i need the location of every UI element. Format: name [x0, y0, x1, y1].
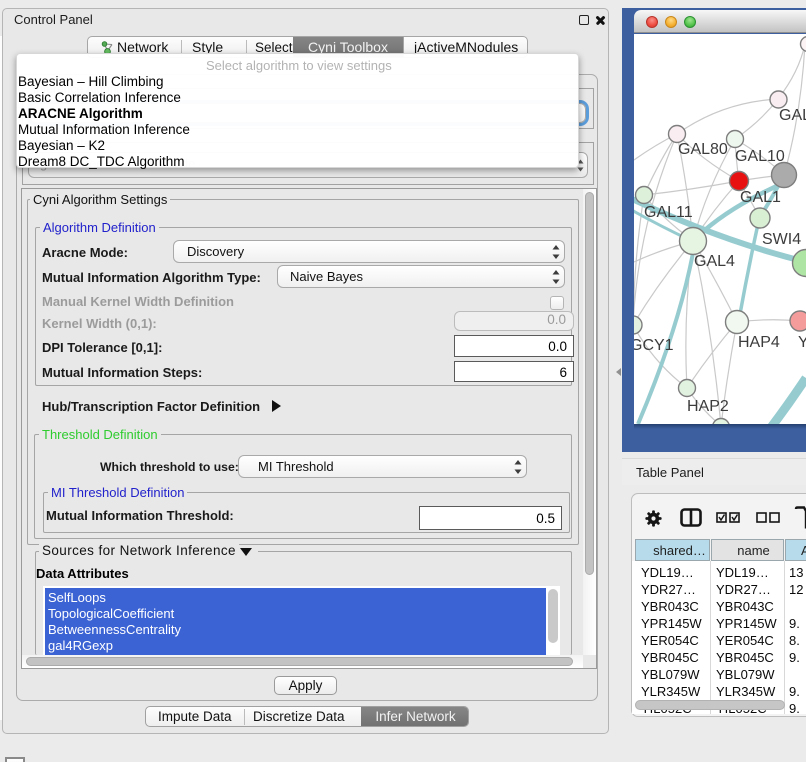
svg-text:HAP2: HAP2	[687, 398, 729, 415]
svg-text:GAL11: GAL11	[644, 204, 693, 221]
svg-text:GAL1: GAL1	[740, 189, 781, 206]
svg-text:GAL10: GAL10	[735, 148, 785, 165]
svg-text:HAP4: HAP4	[738, 334, 780, 351]
svg-text:GCY1: GCY1	[634, 337, 674, 354]
svg-text:SWI4: SWI4	[762, 231, 801, 248]
svg-text:GAL80: GAL80	[678, 141, 728, 158]
svg-text:GAL4: GAL4	[694, 253, 735, 270]
svg-text:GAL7: GAL7	[779, 107, 806, 124]
svg-text:Y: Y	[798, 334, 806, 351]
